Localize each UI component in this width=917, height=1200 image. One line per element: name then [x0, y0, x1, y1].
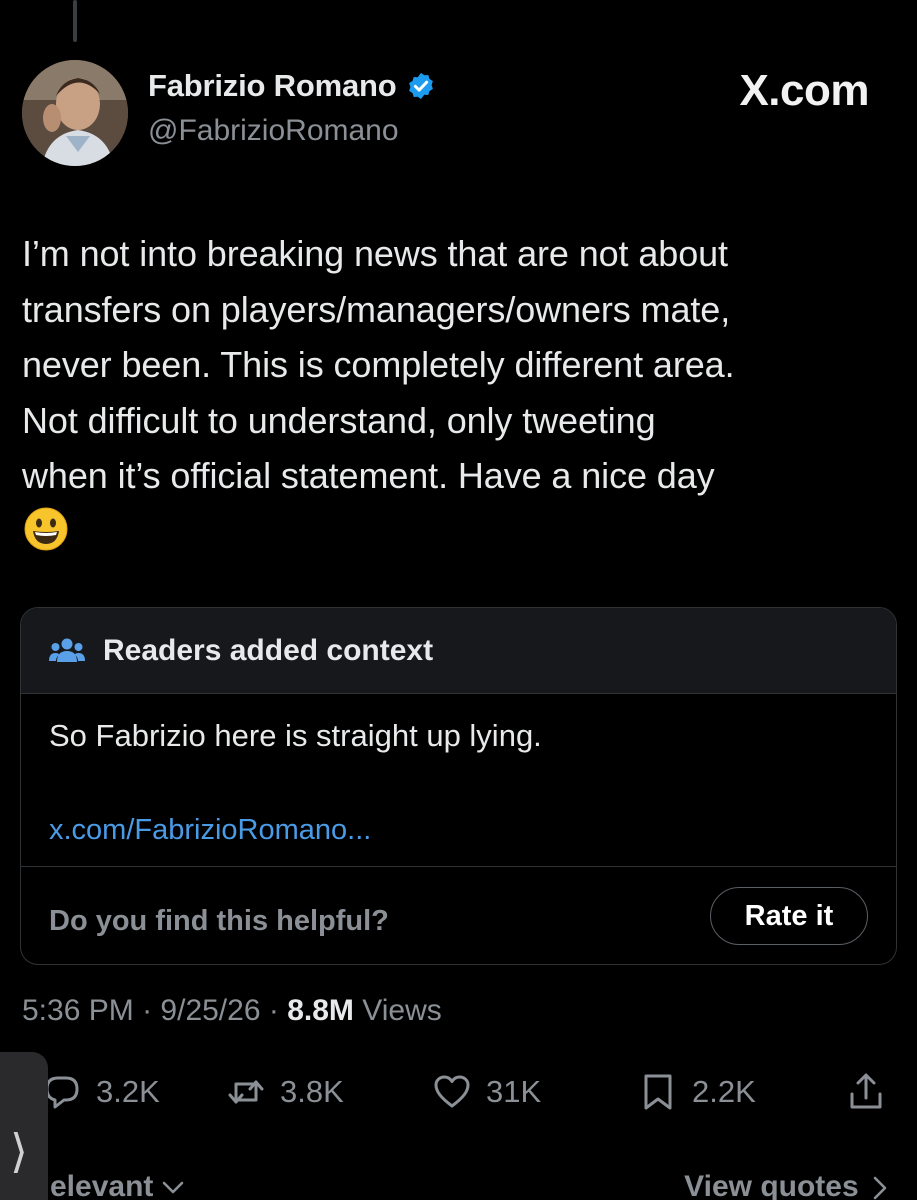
people-icon	[49, 638, 85, 662]
reply-count: 3.2K	[96, 1074, 160, 1109]
views-count: 8.8M	[287, 994, 354, 1027]
thread-connector-line	[73, 0, 77, 42]
view-quotes-link[interactable]: View quotes	[684, 1170, 887, 1200]
tweet-line: when it’s official statement. Have a nic…	[22, 455, 715, 496]
views-label: Views	[362, 994, 442, 1027]
share-icon	[850, 1073, 882, 1109]
tweet-time[interactable]: 5:36 PM	[22, 994, 134, 1027]
reply-button[interactable]: 3.2K	[42, 1062, 160, 1122]
tweet-line: Not difficult to understand, only tweeti…	[22, 399, 656, 441]
rate-it-button[interactable]: Rate it	[710, 887, 868, 945]
meta-separator: ·	[268, 994, 279, 1027]
avatar-photo	[22, 60, 128, 166]
chevron-right-icon[interactable]: ⟩	[10, 1128, 28, 1174]
repost-icon	[228, 1080, 264, 1104]
tweet-line: never been. This is completely different…	[22, 344, 735, 385]
repost-button[interactable]: 3.8K	[226, 1062, 344, 1122]
tweet-meta: 5:36 PM · 9/25/26 · 8.8M Views	[22, 994, 442, 1028]
repost-count: 3.8K	[280, 1074, 344, 1109]
community-note-body: So Fabrizio here is straight up lying.	[49, 718, 542, 753]
grinning-face-emoji-icon	[24, 507, 68, 551]
heart-icon	[434, 1075, 470, 1108]
like-count: 31K	[486, 1074, 542, 1109]
tweet-line: transfers on players/managers/owners mat…	[22, 288, 731, 330]
tweet-date[interactable]: 9/25/26	[160, 994, 260, 1027]
meta-separator: ·	[142, 994, 153, 1027]
community-note-link[interactable]: x.com/FabrizioRomano...	[49, 814, 371, 847]
author-display-name[interactable]: Fabrizio Romano	[148, 68, 397, 104]
brand-watermark: X.com	[739, 66, 869, 115]
tweet-line: I’m not into breaking news that are not …	[22, 233, 728, 274]
verified-badge-icon	[409, 72, 434, 100]
bookmark-button[interactable]: 2.2K	[638, 1062, 756, 1122]
chevron-right-icon	[873, 1176, 887, 1200]
chevron-down-icon	[162, 1181, 184, 1194]
like-button[interactable]: 31K	[432, 1062, 541, 1122]
avatar[interactable]	[22, 60, 128, 166]
reply-icon	[45, 1076, 79, 1109]
helpful-question: Do you find this helpful?	[49, 905, 389, 937]
community-note-footer: Do you find this helpful? Rate it	[21, 866, 896, 964]
sort-replies-dropdown[interactable]: elevant	[50, 1170, 184, 1200]
author-name-row[interactable]: Fabrizio Romano	[148, 68, 436, 104]
sort-label: elevant	[50, 1170, 154, 1200]
community-note-card: Readers added context So Fabrizio here i…	[20, 607, 897, 965]
share-button[interactable]	[846, 1062, 886, 1122]
bookmark-icon	[644, 1074, 672, 1110]
bookmark-count: 2.2K	[692, 1074, 756, 1109]
tweet-text: I’m not into breaking news that are not …	[22, 226, 892, 504]
view-quotes-label: View quotes	[684, 1170, 859, 1200]
tweet-actions: 3.2K 3.8K 31K 2.2K	[0, 1062, 917, 1122]
author-handle[interactable]: @FabrizioRomano	[148, 114, 399, 148]
community-note-title: Readers added context	[103, 633, 434, 667]
community-note-header: Readers added context	[21, 608, 896, 694]
